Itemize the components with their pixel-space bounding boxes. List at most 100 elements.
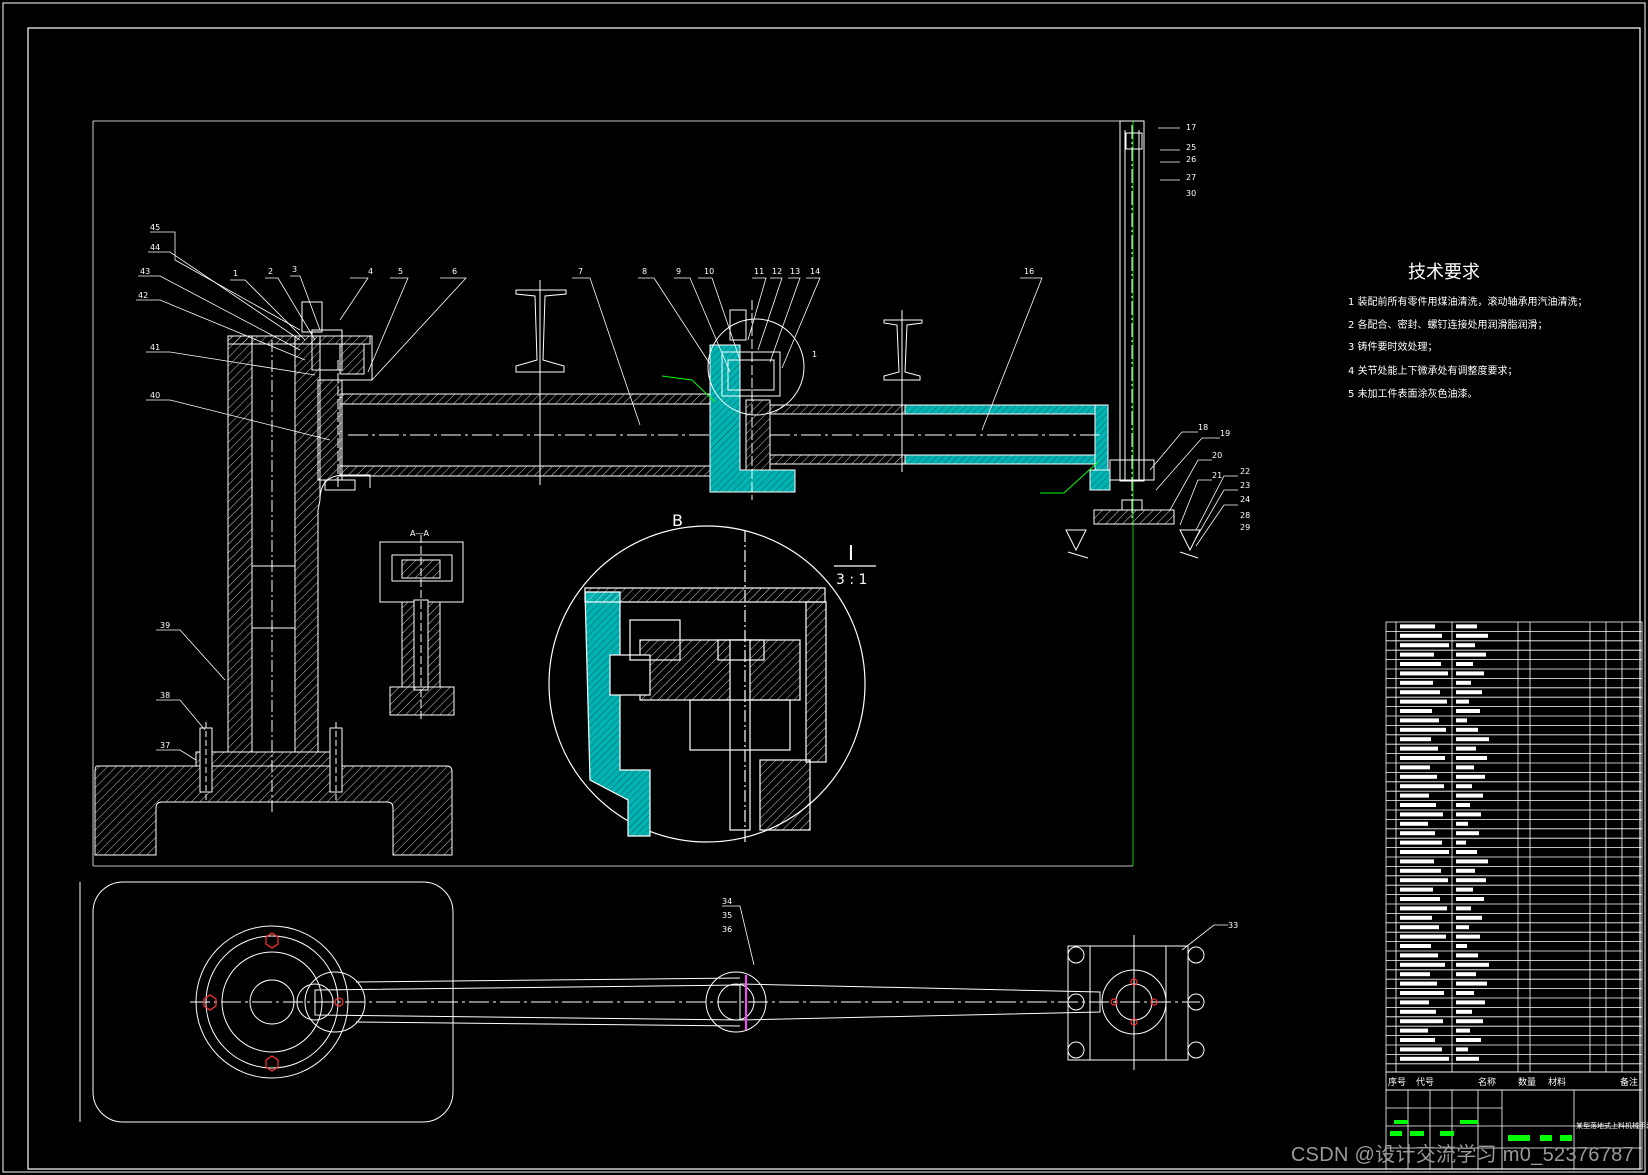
callout-right-5: 23 xyxy=(1240,481,1250,490)
callout-left-6: 39 xyxy=(160,621,170,630)
bom-row-text xyxy=(1456,925,1469,930)
bom-row-text xyxy=(1400,774,1437,779)
bom-row-text xyxy=(1456,718,1467,723)
callout-right-6: 24 xyxy=(1240,495,1250,504)
bom-row-text xyxy=(1456,633,1488,638)
callout-left-0: 45 xyxy=(150,223,160,232)
callout-right-3: 21 xyxy=(1212,471,1222,480)
callout-top-14: 1 xyxy=(812,350,817,359)
bom-row-text xyxy=(1400,906,1447,911)
callout-right-0: 18 xyxy=(1198,423,1208,432)
requirement-3: 3 铸件要时效处理； xyxy=(1348,340,1438,353)
callout-right-9: 27 xyxy=(1186,173,1196,182)
bom-row-text xyxy=(1400,709,1432,713)
requirements-list: 1 装配前所有零件用煤油清洗，滚动轴承用汽油清洗； 2 各配合、密封、螺钉连接处… xyxy=(1348,295,1588,400)
tech-requirements-title: 技术要求 xyxy=(1408,262,1480,283)
bom-row-text xyxy=(1400,1038,1435,1042)
callout-top-10: 11 xyxy=(754,267,764,276)
bom-row-text xyxy=(1400,680,1433,685)
bom-row-text xyxy=(1456,1047,1468,1052)
callout-top-7: 8 xyxy=(642,267,647,276)
bom-row-text xyxy=(1456,944,1467,948)
bom-row-text xyxy=(1456,972,1476,977)
bom-row-text xyxy=(1400,934,1446,939)
bom-row-text xyxy=(1456,812,1481,817)
callout-right-7: 25 xyxy=(1186,143,1196,152)
bom-row-text xyxy=(1456,991,1474,995)
bom-row-text xyxy=(1456,793,1483,798)
callout-left-4: 41 xyxy=(150,343,160,352)
callout-top-5: 6 xyxy=(452,267,457,276)
bom-row-text xyxy=(1456,699,1469,704)
section-a-a-label: A—A xyxy=(410,529,429,538)
bom-row-text xyxy=(1400,756,1445,760)
section-a-a xyxy=(379,535,464,722)
bom-row-text xyxy=(1456,1009,1472,1014)
bom-row-text xyxy=(1400,803,1436,807)
bom-row-text xyxy=(1400,878,1448,883)
bom-header-remark: 备注 xyxy=(1620,1076,1638,1088)
bom-row-text xyxy=(1456,1056,1479,1061)
bom-row-text xyxy=(1400,746,1438,751)
callout-plan-3: 33 xyxy=(1228,921,1238,930)
callout-top-2: 3 xyxy=(292,265,297,274)
callout-left-3: 42 xyxy=(138,291,148,300)
bom-row-text xyxy=(1400,784,1444,789)
second-arm xyxy=(769,404,1111,491)
callout-top-1: 2 xyxy=(268,267,273,276)
bom-row-text xyxy=(1456,709,1480,713)
bom-row-text xyxy=(1456,897,1484,901)
bom-row-text xyxy=(1456,690,1482,695)
bom-row-text xyxy=(1400,727,1446,732)
bom-row-text xyxy=(1456,1019,1483,1024)
bom-row-text xyxy=(1400,859,1434,864)
bom-row-text xyxy=(1400,991,1444,995)
bom-row-text xyxy=(1400,1019,1443,1024)
bom-row-text xyxy=(1400,765,1430,770)
bom-row-text xyxy=(1400,1056,1449,1061)
bom-row-text xyxy=(1400,624,1435,629)
bom-row-text xyxy=(1456,840,1466,845)
bom-row-text xyxy=(1400,662,1441,666)
bom-row-text xyxy=(1400,812,1443,817)
bom-row-text xyxy=(1400,821,1428,826)
callout-plan-2: 36 xyxy=(722,925,732,934)
detail-scale: 3 : 1 xyxy=(836,572,867,588)
bom-row-text xyxy=(1456,887,1473,892)
bom-row-text xyxy=(1456,652,1486,657)
bom-row-text xyxy=(1400,671,1448,676)
callout-right-4: 22 xyxy=(1240,467,1250,476)
bom-row-text xyxy=(1456,915,1482,920)
callout-left-2: 43 xyxy=(140,267,150,276)
bom-row-text xyxy=(1456,934,1480,939)
callout-top-9: 10 xyxy=(704,267,714,276)
callout-top-3: 4 xyxy=(368,267,373,276)
requirement-1: 1 装配前所有零件用煤油清洗，滚动轴承用汽油清洗； xyxy=(1348,295,1588,308)
callout-right-12: 30 xyxy=(1186,189,1196,198)
bom-row-text xyxy=(1456,953,1478,958)
bom-row-text xyxy=(1456,671,1484,676)
callout-top-15: 16 xyxy=(1024,267,1034,276)
bom-row-text xyxy=(1456,680,1471,685)
bom-row-text xyxy=(1400,652,1434,657)
bom-row-text xyxy=(1400,953,1438,958)
bom-row-text xyxy=(1400,897,1440,901)
bom-row-text xyxy=(1400,699,1447,704)
bom-row-text xyxy=(1456,1038,1481,1042)
cad-drawing: 1 2 3 4 5 6 7 8 9 10 11 12 13 14116174544434241403938… xyxy=(2,2,1648,1173)
title-block-name: 某型落地式上料机械手装配图 xyxy=(1576,1121,1648,1130)
bom-row-text xyxy=(1456,774,1485,779)
bom-row-text xyxy=(1456,756,1487,760)
callout-plan-1: 35 xyxy=(722,911,732,920)
bom-row-text xyxy=(1456,727,1478,732)
callout-left-1: 44 xyxy=(150,243,160,252)
bom-row-text xyxy=(1400,633,1442,638)
bom-header-no: 序号 xyxy=(1388,1076,1406,1088)
bom-row-text xyxy=(1400,850,1449,854)
csdn-watermark: CSDN @设计交流学习 m0_52376787 xyxy=(1290,1144,1634,1166)
bom-row-text xyxy=(1456,737,1489,742)
plan-view xyxy=(79,881,1205,1123)
bom-row-text xyxy=(1400,962,1445,967)
bom-row-text xyxy=(1400,944,1431,948)
bom-row-text xyxy=(1456,831,1479,836)
